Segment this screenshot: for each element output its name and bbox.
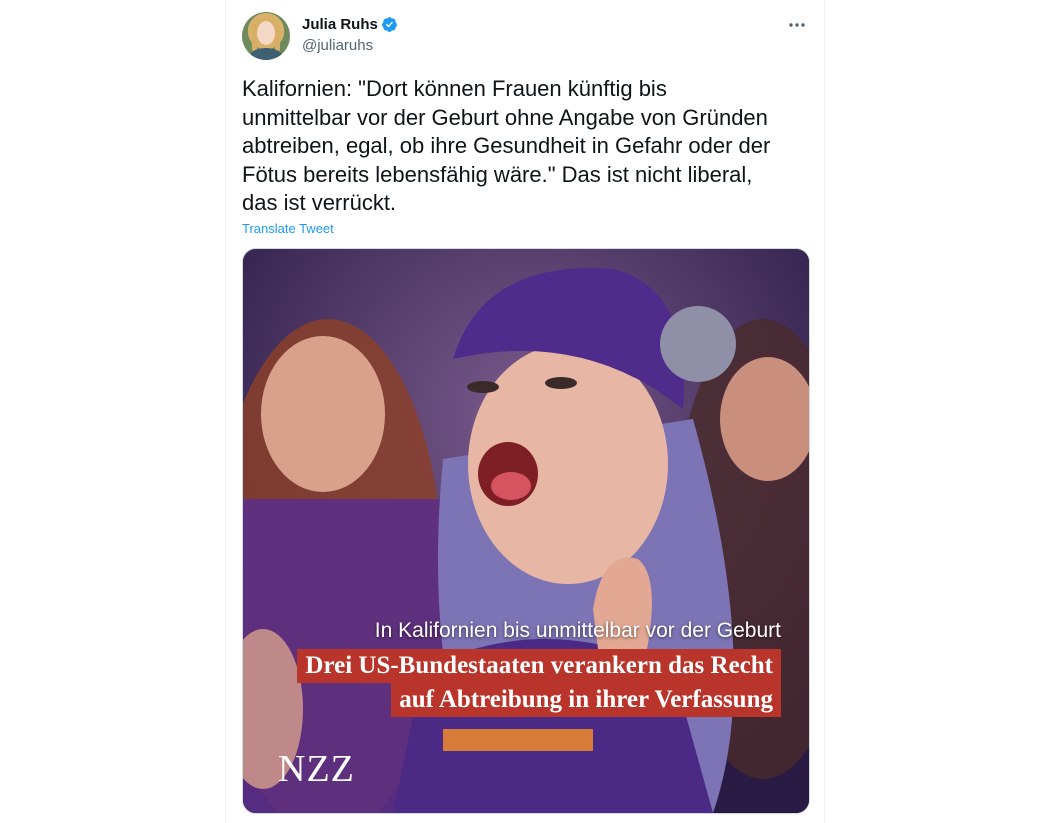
- author-avatar[interactable]: [242, 12, 290, 60]
- author-name[interactable]: Julia Ruhs: [302, 16, 378, 33]
- avatar-shirt: [250, 48, 282, 60]
- overlay-caption: In Kalifornien bis unmittelbar vor der G…: [374, 619, 781, 642]
- protest-photo: [243, 249, 809, 813]
- author-name-row: Julia Ruhs: [302, 16, 398, 33]
- avatar-face: [257, 21, 275, 45]
- nzz-logo: NZZ: [278, 748, 355, 790]
- author-handle[interactable]: @juliaruhs: [302, 37, 373, 54]
- more-options-icon[interactable]: [786, 14, 808, 36]
- verified-badge-icon: [381, 17, 397, 32]
- tweet-media-image[interactable]: In Kalifornien bis unmittelbar vor der G…: [242, 248, 810, 814]
- translate-tweet-link[interactable]: Translate Tweet: [242, 221, 334, 236]
- overlay-headline-line2: auf Abtreibung in ihrer Verfassung: [391, 683, 781, 717]
- tweet-text: Kalifornien: "Dort können Frauen künftig…: [242, 76, 771, 215]
- overlay-headline-line1: Drei US-Bundestaaten verankern das Recht: [297, 649, 781, 683]
- tweet-card: Julia Ruhs @juliaruhs Kalifornien: "Dort…: [225, 0, 825, 823]
